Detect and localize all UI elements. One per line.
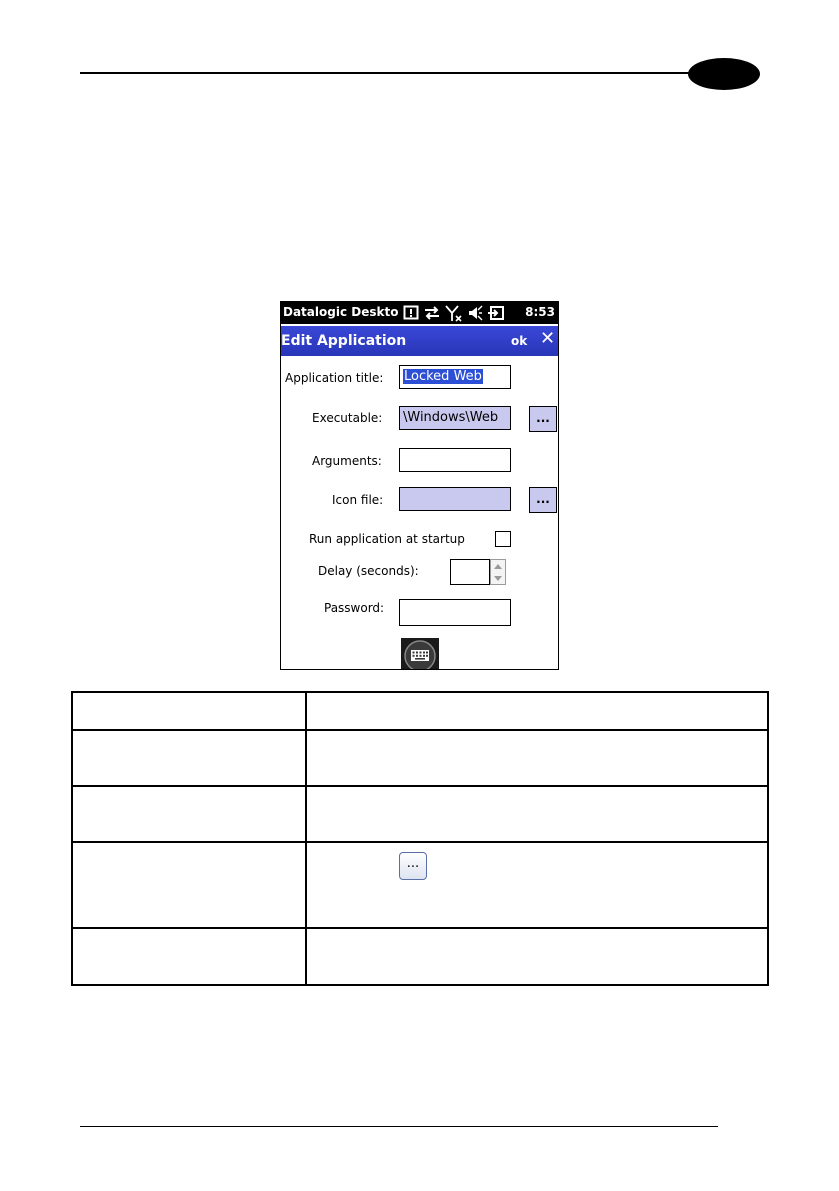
icon-file-label: Icon file: (332, 493, 384, 507)
status-icons (403, 304, 505, 322)
battery-charging-icon[interactable] (487, 305, 505, 321)
table-cell (305, 691, 769, 731)
run-at-startup-checkbox[interactable] (495, 531, 511, 547)
browse-button-image: ... (399, 852, 427, 880)
status-bar-time[interactable]: 8:53 (525, 305, 555, 319)
close-button[interactable]: ✕ (540, 330, 555, 348)
icon-file-input[interactable] (399, 487, 511, 511)
table-row (71, 785, 769, 843)
sync-arrows-icon[interactable] (423, 305, 441, 321)
notification-icon[interactable] (403, 305, 419, 321)
password-input[interactable] (399, 599, 511, 626)
status-bar: Datalogic Deskto 8:53 (281, 302, 558, 324)
table-cell (71, 691, 307, 731)
keyboard-icon (401, 640, 439, 669)
header-rule (80, 72, 700, 74)
delay-input[interactable] (450, 559, 490, 585)
chapter-tab (688, 58, 760, 90)
description-table (71, 691, 769, 986)
footer-rule (80, 1126, 718, 1127)
table-cell (71, 785, 307, 843)
application-title-input[interactable]: Locked Web (399, 365, 511, 389)
ok-button[interactable]: ok (511, 334, 527, 348)
status-bar-app-title[interactable]: Datalogic Deskto (283, 305, 398, 319)
arguments-label: Arguments: (312, 454, 382, 468)
title-bar: Edit Application ok ✕ (281, 326, 558, 356)
speaker-muted-icon[interactable] (467, 305, 483, 321)
table-cell (71, 927, 307, 986)
table-header-row (71, 691, 769, 731)
icon-file-browse-button[interactable]: ... (529, 487, 557, 513)
table-cell (305, 841, 769, 929)
table-cell (305, 729, 769, 787)
screen-title: Edit Application (281, 333, 407, 349)
application-title-label: Application title: (285, 371, 384, 385)
arguments-input[interactable] (399, 448, 511, 472)
table-row (71, 729, 769, 787)
run-at-startup-label: Run application at startup (309, 532, 465, 546)
delay-spinner[interactable] (490, 559, 506, 585)
keyboard-button[interactable] (401, 638, 439, 669)
table-cell (305, 785, 769, 843)
table-row (71, 927, 769, 986)
table-cell (305, 927, 769, 986)
executable-label: Executable: (312, 411, 383, 425)
executable-input[interactable]: \Windows\Web (399, 406, 511, 430)
no-signal-icon[interactable] (445, 304, 463, 322)
table-cell (71, 729, 307, 787)
edit-application-screenshot: Datalogic Deskto 8:53 Edit Application o… (280, 301, 559, 670)
executable-browse-button[interactable]: ... (529, 406, 557, 432)
spin-up-icon[interactable] (491, 560, 505, 572)
table-cell (71, 841, 307, 929)
spin-down-icon[interactable] (491, 572, 505, 584)
password-label: Password: (324, 601, 385, 615)
delay-label: Delay (seconds): (318, 564, 419, 578)
application-title-value: Locked Web (403, 369, 483, 384)
